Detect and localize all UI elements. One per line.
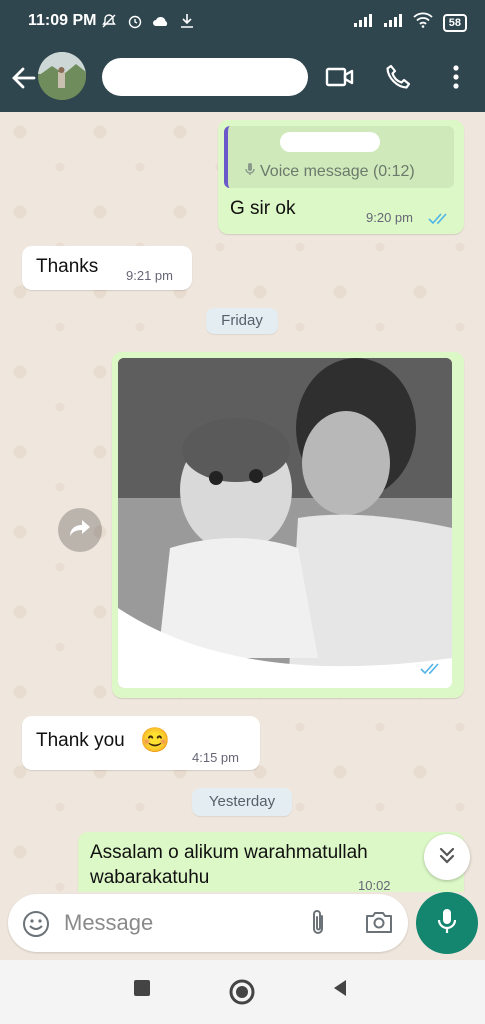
- message-outgoing[interactable]: Assalam o alikum warahmatullah wabarakat…: [78, 832, 464, 892]
- message-outgoing-photo[interactable]: 3:51 pm: [112, 352, 464, 698]
- scroll-down-icon: [437, 845, 457, 870]
- smile-emoji: 😊: [140, 727, 170, 754]
- message-time: 9:20 pm: [366, 210, 413, 225]
- status-right: 58: [353, 12, 467, 33]
- message-input-container[interactable]: [8, 894, 408, 952]
- contact-avatar[interactable]: [38, 52, 86, 100]
- mute-bell-icon: [100, 12, 118, 30]
- message-time: 9:21 pm: [126, 268, 173, 283]
- mic-small-icon: [244, 162, 256, 181]
- forward-icon: [68, 518, 92, 543]
- back-nav-icon[interactable]: [330, 978, 350, 998]
- system-nav-bar: [0, 960, 485, 1024]
- cloud-icon: [152, 12, 170, 30]
- wifi-icon: [413, 12, 433, 33]
- chat-header: [0, 44, 485, 112]
- battery-icon: 58: [442, 13, 467, 32]
- phone-icon[interactable]: [383, 62, 413, 92]
- quoted-sender: [280, 132, 380, 152]
- message-incoming[interactable]: Thank you 😊 4:15 pm: [22, 716, 260, 770]
- message-incoming[interactable]: Thanks 9:21 pm: [22, 246, 192, 290]
- quoted-voice-message: Voice message (0:12): [244, 162, 415, 181]
- forward-button[interactable]: [58, 508, 102, 552]
- status-bar: 11:09 PM 58: [0, 0, 485, 44]
- camera-icon[interactable]: [364, 908, 394, 938]
- alarm-icon: [126, 12, 144, 30]
- message-input[interactable]: [64, 906, 294, 940]
- message-text: Thank you: [36, 730, 125, 751]
- home-icon[interactable]: [228, 978, 256, 1006]
- read-ticks-icon: [420, 662, 442, 680]
- mic-icon: [436, 907, 458, 940]
- quoted-message[interactable]: Voice message (0:12): [224, 126, 454, 188]
- message-text: G sir ok: [230, 198, 296, 219]
- more-vertical-icon[interactable]: [441, 62, 471, 92]
- voice-record-button[interactable]: [416, 892, 478, 954]
- recent-apps-icon[interactable]: [132, 978, 152, 998]
- back-arrow-icon[interactable]: [8, 62, 40, 94]
- scroll-down-button[interactable]: [424, 834, 470, 880]
- message-time: 10:02: [358, 878, 391, 892]
- status-notification-icons: [100, 12, 196, 30]
- signal-2-icon: [383, 13, 403, 32]
- message-text: Thanks: [36, 256, 99, 277]
- header-actions: [325, 62, 471, 92]
- message-outgoing-reply[interactable]: Voice message (0:12) G sir ok 9:20 pm: [218, 120, 464, 234]
- composer: [0, 892, 485, 960]
- read-ticks-icon: [428, 212, 450, 230]
- chat-messages[interactable]: Voice message (0:12) G sir ok 9:20 pm Th…: [0, 112, 485, 892]
- message-time: 4:15 pm: [192, 750, 239, 765]
- date-divider: Yesterday: [192, 788, 292, 816]
- attach-icon[interactable]: [304, 908, 332, 938]
- video-call-icon[interactable]: [325, 62, 355, 92]
- quoted-text: Voice message (0:12): [260, 162, 415, 180]
- contact-name[interactable]: [102, 58, 308, 96]
- date-divider: Friday: [206, 308, 278, 334]
- shared-photo[interactable]: 3:51 pm: [118, 358, 452, 688]
- download-icon: [178, 12, 196, 30]
- emoji-icon[interactable]: [22, 910, 50, 938]
- status-time: 11:09 PM: [28, 12, 97, 29]
- photo-time: 3:51 pm: [363, 664, 414, 680]
- signal-icon: [353, 13, 373, 32]
